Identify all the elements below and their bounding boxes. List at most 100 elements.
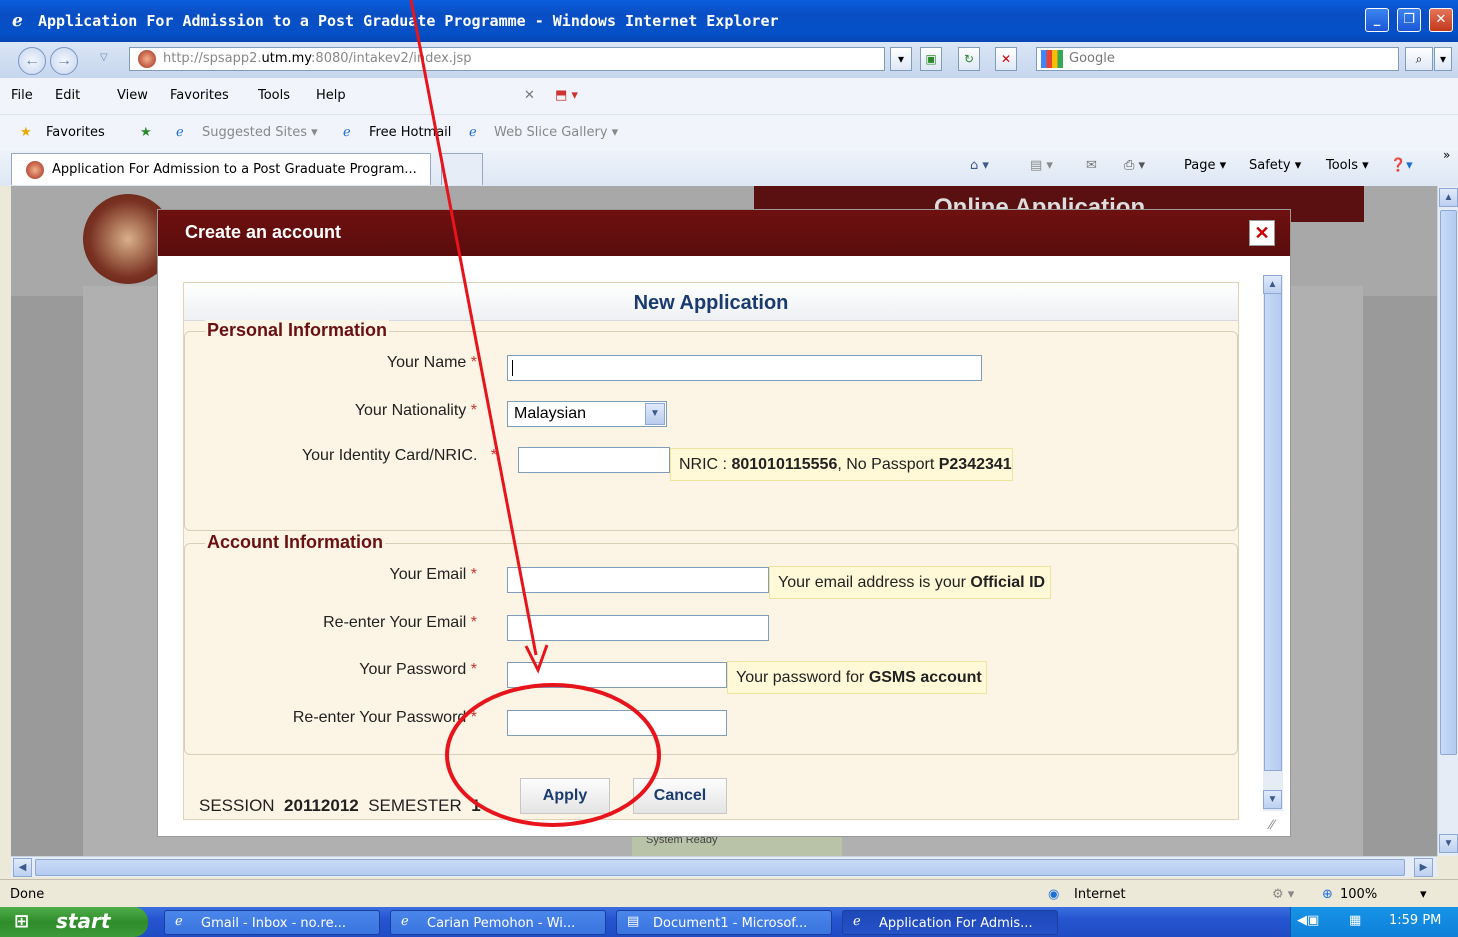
forward-button[interactable]: →	[50, 47, 78, 75]
nationality-label-text: Your Nationality	[354, 402, 467, 419]
start-button[interactable]: ⊞ start	[0, 907, 148, 937]
page-menu[interactable]: Page ▾	[1184, 158, 1226, 173]
apply-button[interactable]: Apply	[520, 778, 610, 814]
search-input[interactable]: Google	[1036, 47, 1399, 71]
scroll-down-icon[interactable]: ▼	[1439, 834, 1458, 853]
tray-app-icon[interactable]: ▦	[1349, 913, 1361, 928]
page-vertical-scrollbar[interactable]: ▲ ▼	[1437, 186, 1458, 856]
pdf-toolbar-icon[interactable]: ⬒ ▾	[555, 88, 578, 103]
ie-page-icon: ℯ	[176, 125, 184, 140]
ic-input[interactable]	[518, 447, 670, 473]
taskbar-item-carian[interactable]: ℯ Carian Pemohon - Wi...	[390, 910, 606, 935]
scroll-thumb[interactable]	[1440, 210, 1457, 755]
taskbar-item-document[interactable]: ▤ Document1 - Microsof...	[616, 910, 832, 935]
email-input[interactable]	[507, 567, 769, 593]
tools-menu[interactable]: Tools ▾	[1326, 158, 1369, 173]
personal-information-section: Personal Information Your Name * Your Na…	[184, 320, 1238, 531]
create-account-dialog: Create an account ✕ New Application Pers…	[158, 210, 1290, 836]
nationality-label: Your Nationality *	[355, 402, 477, 420]
recent-pages-icon[interactable]: ▽	[100, 52, 108, 63]
scroll-down-icon[interactable]: ▼	[1263, 790, 1282, 809]
refresh-icon[interactable]: ↻	[958, 47, 980, 71]
cancel-button[interactable]: Cancel	[633, 778, 727, 814]
feeds-icon[interactable]: ▤ ▾	[1030, 158, 1053, 173]
url-suffix: :8080/intakev2/index.jsp	[311, 51, 472, 66]
new-tab-button[interactable]	[441, 153, 483, 185]
scroll-up-icon[interactable]: ▲	[1263, 275, 1282, 294]
scroll-right-icon[interactable]: ▶	[1414, 858, 1433, 877]
text-cursor	[512, 360, 513, 376]
session-label: SESSION	[199, 796, 275, 815]
home-icon[interactable]: ⌂ ▾	[970, 158, 989, 173]
maximize-button[interactable]: ❐	[1397, 8, 1421, 32]
tray-network-icon[interactable]: ◀▣	[1297, 913, 1319, 928]
zoom-level[interactable]: 100%	[1340, 887, 1377, 902]
add-favorite-icon[interactable]: ★	[140, 125, 152, 140]
reenter-email-label: Re-enter Your Email *	[323, 614, 477, 632]
taskbar-item-gmail[interactable]: ℯ Gmail - Inbox - no.re...	[164, 910, 380, 935]
url-dropdown-icon[interactable]: ▾	[890, 47, 912, 71]
safety-menu[interactable]: Safety ▾	[1249, 158, 1301, 173]
status-text: Done	[10, 887, 45, 902]
toolbar-overflow-icon[interactable]: »	[1443, 148, 1450, 162]
menu-bar: File Edit View Favorites Tools Help ✕ ⬒ …	[0, 78, 1458, 114]
menu-edit[interactable]: Edit	[55, 88, 80, 103]
semester-label: SEMESTER	[368, 796, 462, 815]
internet-zone-icon: ◉	[1048, 887, 1060, 902]
name-input[interactable]	[507, 355, 982, 381]
close-toolbar-icon[interactable]: ✕	[524, 88, 535, 103]
minimize-button[interactable]: _	[1365, 8, 1389, 32]
dialog-scrollbar[interactable]: ▲ ▼	[1263, 275, 1283, 811]
mail-icon[interactable]: ✉	[1086, 158, 1097, 173]
scroll-left-icon[interactable]: ◀	[13, 858, 32, 877]
favorites-bar: ★ Favorites ★ ℯ Suggested Sites ▾ ℯ Free…	[0, 114, 1458, 150]
password-hint: Your password for GSMS account	[727, 661, 988, 694]
required-mark: *	[470, 402, 477, 419]
reenter-email-input[interactable]	[507, 615, 769, 641]
system-tray: ◀▣ ▦ 1:59 PM	[1290, 907, 1458, 937]
close-window-button[interactable]: ✕	[1429, 8, 1453, 32]
dialog-close-button[interactable]: ✕	[1249, 220, 1275, 246]
clock: 1:59 PM	[1389, 913, 1442, 928]
scroll-thumb[interactable]	[1264, 293, 1282, 771]
ic-hint-nric: 801010115556	[731, 456, 838, 473]
fav-link-hotmail[interactable]: Free Hotmail	[369, 125, 451, 140]
compatibility-view-icon[interactable]: ▣	[920, 47, 942, 71]
protected-mode-icon[interactable]: ⚙ ▾	[1272, 887, 1294, 902]
site-favicon-icon	[138, 50, 156, 68]
ie-logo-icon: ℯ	[12, 11, 23, 31]
search-options-icon[interactable]: ▾	[1434, 47, 1452, 71]
name-label-text: Your Name	[386, 354, 467, 371]
back-button[interactable]: ←	[18, 47, 46, 75]
menu-favorites[interactable]: Favorites	[170, 88, 229, 103]
tab-application[interactable]: Application For Admission to a Post Grad…	[11, 153, 431, 185]
address-bar: ← → ▽ http://spsapp2.utm.my:8080/intakev…	[0, 42, 1458, 78]
scroll-up-icon[interactable]: ▲	[1439, 188, 1458, 207]
resize-grip-icon[interactable]: ⁄⁄	[1270, 816, 1275, 832]
favorites-button[interactable]: Favorites	[46, 125, 105, 140]
taskbar-item-application[interactable]: ℯ Application For Admis...	[842, 910, 1058, 935]
zoom-dropdown-icon[interactable]: ▾	[1420, 887, 1427, 902]
personal-information-legend: Personal Information	[205, 320, 390, 341]
menu-view[interactable]: View	[117, 88, 148, 103]
ic-label: Your Identity Card/NRIC. *	[302, 447, 497, 465]
url-input[interactable]: http://spsapp2.utm.my:8080/intakev2/inde…	[129, 47, 885, 71]
password-label-text: Your Password	[359, 661, 467, 678]
reenter-password-input[interactable]	[507, 710, 727, 736]
menu-file[interactable]: File	[11, 88, 33, 103]
stop-icon[interactable]: ✕	[995, 47, 1017, 71]
scroll-thumb[interactable]	[35, 859, 1405, 876]
menu-tools[interactable]: Tools	[258, 88, 290, 103]
print-icon[interactable]: ⎙ ▾	[1124, 158, 1145, 173]
google-logo-icon	[1041, 50, 1063, 68]
password-input[interactable]	[507, 662, 727, 688]
help-icon[interactable]: ❓▾	[1390, 158, 1413, 173]
fav-link-webslice[interactable]: Web Slice Gallery ▾	[494, 125, 618, 140]
dialog-title: Create an account	[158, 210, 1290, 256]
search-icon[interactable]: ⌕	[1405, 47, 1433, 71]
fav-link-suggested[interactable]: Suggested Sites ▾	[202, 125, 318, 140]
menu-help[interactable]: Help	[316, 88, 346, 103]
nationality-select[interactable]: Malaysian ▼	[507, 401, 667, 427]
page-horizontal-scrollbar[interactable]: ◀ ▶	[11, 856, 1437, 877]
email-label-text: Your Email	[389, 566, 467, 583]
